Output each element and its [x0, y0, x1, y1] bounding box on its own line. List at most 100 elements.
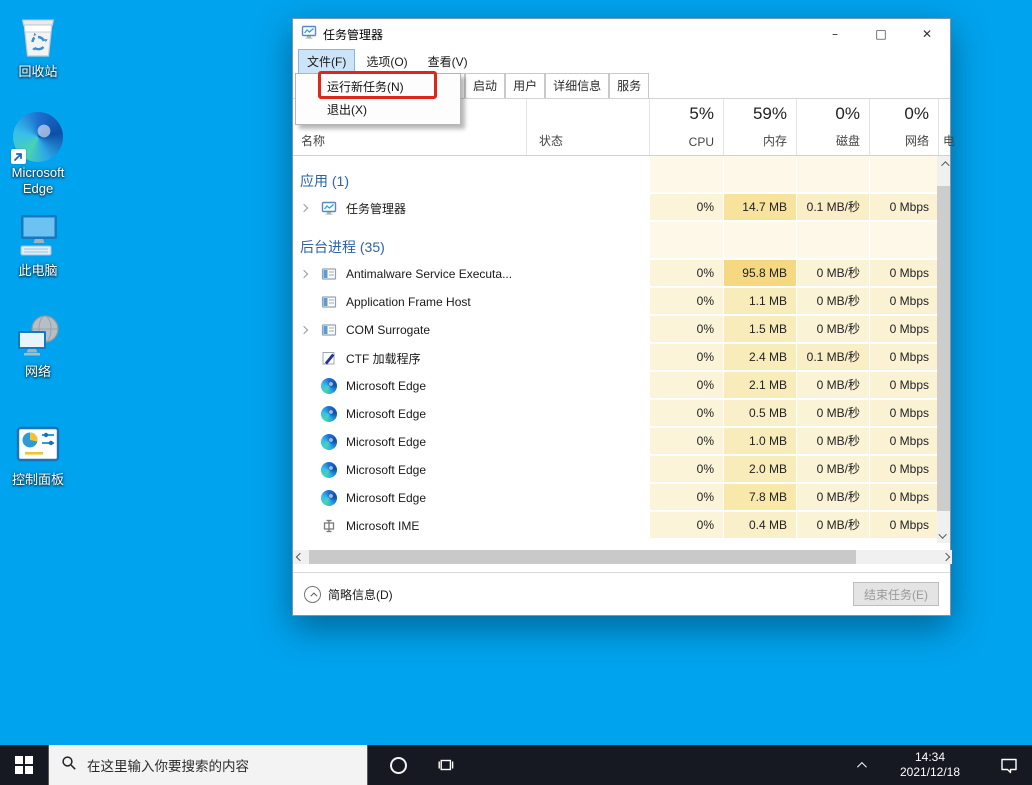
horizontal-scrollbar[interactable] — [293, 550, 952, 564]
desktop-icon-this-pc[interactable]: 此电脑 — [0, 210, 76, 279]
close-button[interactable]: ✕ — [904, 19, 950, 49]
menu-item-exit[interactable]: 退出(X) — [296, 99, 460, 122]
details-toggle[interactable]: 简略信息(D) — [304, 586, 853, 603]
start-button[interactable] — [0, 745, 48, 785]
vertical-scrollbar[interactable] — [937, 156, 950, 543]
vertical-scrollbar-thumb[interactable] — [937, 186, 950, 511]
process-row[interactable]: Microsoft Edge0%7.8 MB0 MB/秒0 Mbps — [293, 484, 950, 512]
process-name: Application Frame Host — [346, 295, 471, 309]
process-name-cell[interactable]: Microsoft Edge — [293, 400, 526, 428]
window-title: 任务管理器 — [323, 26, 812, 43]
cpu-cell: 0% — [649, 484, 723, 512]
process-name-cell[interactable]: Microsoft IME — [293, 512, 526, 540]
disk-cell: 0 MB/秒 — [796, 260, 869, 288]
process-row[interactable]: Microsoft Edge0%2.1 MB0 MB/秒0 Mbps — [293, 372, 950, 400]
cortana-button[interactable] — [374, 745, 422, 785]
disk-cell: 0 MB/秒 — [796, 484, 869, 512]
expand-chevron-icon[interactable] — [301, 327, 321, 333]
disk-cell: 0 MB/秒 — [796, 288, 869, 316]
taskbar-clock[interactable]: 14:34 2021/12/18 — [874, 745, 986, 785]
process-row[interactable]: COM Surrogate0%1.5 MB0 MB/秒0 Mbps — [293, 316, 950, 344]
horizontal-scrollbar-thumb[interactable] — [309, 550, 856, 564]
process-row[interactable]: 任务管理器0%14.7 MB0.1 MB/秒0 Mbps — [293, 194, 950, 222]
scroll-up-icon[interactable] — [937, 156, 950, 171]
process-name-cell[interactable]: Microsoft Edge — [293, 428, 526, 456]
action-center-button[interactable] — [986, 745, 1032, 785]
status-cell — [526, 400, 649, 428]
status-cell — [526, 344, 649, 372]
task-manager-app-icon — [301, 24, 317, 45]
desktop-icon-control-panel[interactable]: 控制面板 — [0, 419, 76, 488]
expand-chevron-icon[interactable] — [301, 271, 321, 277]
memory-cell: 2.1 MB — [723, 372, 796, 400]
process-name: Microsoft Edge — [346, 379, 426, 393]
process-name: 任务管理器 — [346, 200, 406, 217]
process-name-cell[interactable]: CTF 加载程序 — [293, 344, 526, 372]
app-window-icon — [321, 294, 337, 310]
process-name-cell[interactable]: Antimalware Service Executa... — [293, 260, 526, 288]
process-name-cell[interactable]: Microsoft Edge — [293, 456, 526, 484]
process-row[interactable]: Microsoft Edge0%2.0 MB0 MB/秒0 Mbps — [293, 456, 950, 484]
pen-document-icon — [321, 350, 337, 366]
edge-icon — [321, 378, 337, 394]
task-view-icon — [437, 756, 455, 774]
tab-users[interactable]: 用户 — [505, 73, 545, 98]
disk-cell: 0 MB/秒 — [796, 316, 869, 344]
cpu-cell: 0% — [649, 512, 723, 540]
group-header-row[interactable]: 后台进程 (35) — [293, 222, 950, 260]
titlebar[interactable]: 任务管理器 – □ ✕ — [293, 19, 950, 49]
process-name-cell[interactable]: Microsoft Edge — [293, 372, 526, 400]
process-name-cell[interactable]: Application Frame Host — [293, 288, 526, 316]
process-name-cell[interactable]: Microsoft Edge — [293, 484, 526, 512]
process-name-cell[interactable]: COM Surrogate — [293, 316, 526, 344]
minimize-button[interactable]: – — [812, 19, 858, 49]
end-task-button[interactable]: 结束任务(E) — [853, 582, 939, 606]
scroll-right-icon[interactable] — [939, 550, 952, 564]
search-placeholder: 在这里输入你要搜索的内容 — [87, 755, 249, 775]
tab-services[interactable]: 服务 — [609, 73, 649, 98]
group-header-label[interactable]: 应用 (1) — [293, 156, 649, 194]
desktop-icon-recycle-bin[interactable]: 回收站 — [0, 11, 76, 80]
scroll-left-icon[interactable] — [293, 550, 306, 564]
disk-cell: 0 MB/秒 — [796, 372, 869, 400]
cpu-cell: 0% — [649, 344, 723, 372]
taskbar-search-input[interactable]: 在这里输入你要搜索的内容 — [48, 745, 368, 785]
menu-view[interactable]: 查看(V) — [420, 50, 476, 73]
process-row[interactable]: Application Frame Host0%1.1 MB0 MB/秒0 Mb… — [293, 288, 950, 316]
process-name: Microsoft Edge — [346, 435, 426, 449]
expand-chevron-icon[interactable] — [301, 205, 321, 211]
menu-item-run-new-task[interactable]: 运行新任务(N) — [296, 76, 460, 99]
column-header-power-clipped[interactable]: 电 — [938, 99, 950, 155]
column-header-disk[interactable]: 0% 磁盘 — [796, 99, 869, 155]
column-header-network[interactable]: 0% 网络 — [869, 99, 938, 155]
process-row[interactable]: Microsoft Edge0%1.0 MB0 MB/秒0 Mbps — [293, 428, 950, 456]
disk-cell: 0 MB/秒 — [796, 400, 869, 428]
group-header-row[interactable]: 应用 (1) — [293, 156, 950, 194]
process-name-cell[interactable]: 任务管理器 — [293, 194, 526, 222]
column-header-cpu[interactable]: 5% CPU — [649, 99, 723, 155]
clock-date: 2021/12/18 — [900, 765, 960, 780]
show-hidden-icons-button[interactable] — [846, 745, 874, 785]
process-row[interactable]: Microsoft Edge0%0.5 MB0 MB/秒0 Mbps — [293, 400, 950, 428]
status-cell — [526, 428, 649, 456]
scroll-down-icon[interactable] — [937, 528, 950, 543]
process-row[interactable]: Microsoft IME0%0.4 MB0 MB/秒0 Mbps — [293, 512, 950, 540]
cpu-cell: 0% — [649, 400, 723, 428]
menu-options[interactable]: 选项(O) — [358, 50, 415, 73]
clock-time: 14:34 — [915, 750, 945, 765]
group-header-label[interactable]: 后台进程 (35) — [293, 222, 649, 260]
menu-file[interactable]: 文件(F) — [299, 50, 354, 73]
task-view-button[interactable] — [422, 745, 470, 785]
maximize-button[interactable]: □ — [858, 19, 904, 49]
tab-details[interactable]: 详细信息 — [545, 73, 609, 98]
process-row[interactable]: CTF 加载程序0%2.4 MB0.1 MB/秒0 Mbps — [293, 344, 950, 372]
process-row[interactable]: Antimalware Service Executa...0%95.8 MB0… — [293, 260, 950, 288]
tab-startup[interactable]: 启动 — [465, 73, 505, 98]
column-header-status[interactable]: 状态 — [526, 99, 649, 155]
column-header-memory[interactable]: 59% 内存 — [723, 99, 796, 155]
desktop-icon-microsoft-edge[interactable]: Microsoft Edge — [0, 112, 76, 197]
desktop-icon-network[interactable]: 网络 — [0, 311, 76, 380]
network-cell: 0 Mbps — [869, 400, 938, 428]
shortcut-arrow-icon — [11, 149, 26, 164]
file-menu-dropdown: 运行新任务(N)退出(X) — [295, 73, 461, 125]
